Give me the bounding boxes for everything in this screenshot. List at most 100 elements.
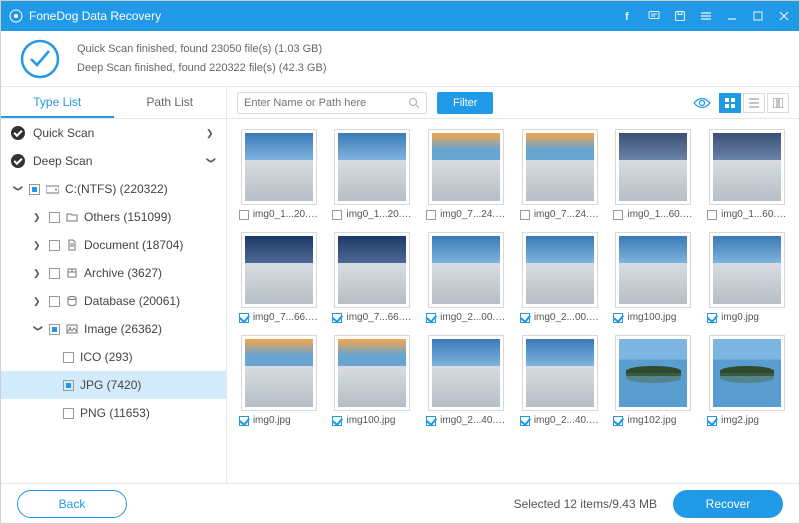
file-thumbnail[interactable] — [428, 129, 504, 205]
file-checkbox[interactable] — [332, 210, 342, 220]
file-card[interactable]: img0_1...60.jpg — [703, 129, 791, 220]
tree-ico[interactable]: ICO (293) — [1, 343, 226, 371]
recover-button[interactable]: Recover — [673, 490, 783, 518]
file-checkbox[interactable] — [520, 313, 530, 323]
view-grid-icon[interactable] — [719, 93, 741, 113]
search-input-wrap[interactable] — [237, 92, 427, 114]
file-thumbnail[interactable] — [241, 129, 317, 205]
file-card[interactable]: img0_2...40.jpg — [516, 335, 604, 426]
file-thumbnail[interactable] — [241, 232, 317, 308]
file-card[interactable]: img0_1...20.jpg — [329, 129, 417, 220]
file-checkbox[interactable] — [613, 313, 623, 323]
file-thumbnail[interactable] — [615, 129, 691, 205]
file-checkbox[interactable] — [332, 416, 342, 426]
filter-button[interactable]: Filter — [437, 92, 493, 114]
feedback-icon[interactable] — [647, 9, 661, 23]
file-thumbnail[interactable] — [522, 232, 598, 308]
file-thumbnail[interactable] — [428, 232, 504, 308]
preview-eye-icon[interactable] — [693, 96, 711, 110]
search-input[interactable] — [244, 97, 408, 109]
file-card[interactable]: img0_7...66.jpg — [329, 232, 417, 323]
file-checkbox[interactable] — [707, 313, 717, 323]
file-name: img100.jpg — [346, 415, 395, 426]
file-thumbnail[interactable] — [428, 335, 504, 411]
window-controls: f — [621, 9, 791, 23]
file-checkbox[interactable] — [520, 416, 530, 426]
file-checkbox[interactable] — [426, 210, 436, 220]
file-checkbox[interactable] — [520, 210, 530, 220]
tree-archive[interactable]: ❯ Archive (3627) — [1, 259, 226, 287]
file-checkbox[interactable] — [613, 416, 623, 426]
tree-image[interactable]: ❯ Image (26362) — [1, 315, 226, 343]
scan-status-bar: Quick Scan finished, found 23050 file(s)… — [1, 31, 799, 87]
file-card[interactable]: img0_2...00.jpg — [422, 232, 510, 323]
file-name: img0_1...20.jpg — [253, 209, 319, 220]
tree-jpg[interactable]: JPG (7420) — [1, 371, 226, 399]
image-icon — [66, 323, 78, 335]
file-grid: img0_1...20.jpgimg0_1...20.jpgimg0_7...2… — [227, 119, 799, 483]
file-card[interactable]: img0_7...24.jpg — [516, 129, 604, 220]
file-thumbnail[interactable] — [709, 129, 785, 205]
file-card[interactable]: img0.jpg — [703, 232, 791, 323]
file-card[interactable]: img100.jpg — [329, 335, 417, 426]
file-card[interactable]: img102.jpg — [610, 335, 698, 426]
file-card[interactable]: img0_2...00.jpg — [516, 232, 604, 323]
database-icon — [66, 295, 78, 307]
file-thumbnail[interactable] — [615, 335, 691, 411]
file-thumbnail[interactable] — [334, 335, 410, 411]
file-thumbnail[interactable] — [522, 335, 598, 411]
file-thumbnail[interactable] — [334, 129, 410, 205]
tab-path-list[interactable]: Path List — [114, 87, 227, 118]
deep-scan-status: Deep Scan finished, found 220322 file(s)… — [77, 59, 326, 78]
file-checkbox[interactable] — [426, 313, 436, 323]
view-detail-icon[interactable] — [767, 93, 789, 113]
file-card[interactable]: img0_2...40.jpg — [422, 335, 510, 426]
chevron-down-icon: ❯ — [206, 156, 217, 166]
file-thumbnail[interactable] — [709, 232, 785, 308]
file-card[interactable]: img0.jpg — [235, 335, 323, 426]
file-name: img0_2...00.jpg — [440, 312, 506, 323]
file-checkbox[interactable] — [332, 313, 342, 323]
file-card[interactable]: img0_1...60.jpg — [610, 129, 698, 220]
tree-png[interactable]: PNG (11653) — [1, 399, 226, 427]
file-thumbnail[interactable] — [241, 335, 317, 411]
maximize-icon[interactable] — [751, 9, 765, 23]
close-icon[interactable] — [777, 9, 791, 23]
file-checkbox[interactable] — [239, 313, 249, 323]
view-list-icon[interactable] — [743, 93, 765, 113]
quick-scan-status: Quick Scan finished, found 23050 file(s)… — [77, 40, 326, 59]
selection-info: Selected 12 items/9.43 MB — [514, 497, 657, 511]
drive-icon — [46, 183, 59, 195]
archive-icon — [66, 267, 78, 279]
back-button[interactable]: Back — [17, 490, 127, 518]
file-name: img0_2...00.jpg — [534, 312, 600, 323]
tab-type-list[interactable]: Type List — [1, 87, 114, 118]
file-thumbnail[interactable] — [522, 129, 598, 205]
file-checkbox[interactable] — [426, 416, 436, 426]
file-card[interactable]: img0_7...66.jpg — [235, 232, 323, 323]
tree-quick-scan[interactable]: Quick Scan ❯ — [1, 119, 226, 147]
file-name: img0_2...40.jpg — [534, 415, 600, 426]
file-thumbnail[interactable] — [334, 232, 410, 308]
file-checkbox[interactable] — [613, 210, 623, 220]
file-card[interactable]: img100.jpg — [610, 232, 698, 323]
menu-icon[interactable] — [699, 9, 713, 23]
file-card[interactable]: img2.jpg — [703, 335, 791, 426]
file-checkbox[interactable] — [707, 416, 717, 426]
file-thumbnail[interactable] — [709, 335, 785, 411]
tree-database[interactable]: ❯ Database (20061) — [1, 287, 226, 315]
file-checkbox[interactable] — [707, 210, 717, 220]
minimize-icon[interactable] — [725, 9, 739, 23]
file-thumbnail[interactable] — [615, 232, 691, 308]
file-checkbox[interactable] — [239, 416, 249, 426]
file-card[interactable]: img0_1...20.jpg — [235, 129, 323, 220]
file-checkbox[interactable] — [239, 210, 249, 220]
tree-deep-scan[interactable]: Deep Scan ❯ — [1, 147, 226, 175]
file-name: img2.jpg — [721, 415, 759, 426]
tree-others[interactable]: ❯ Others (151099) — [1, 203, 226, 231]
facebook-icon[interactable]: f — [621, 9, 635, 23]
tree-drive[interactable]: ❯ C:(NTFS) (220322) — [1, 175, 226, 203]
save-icon[interactable] — [673, 9, 687, 23]
file-card[interactable]: img0_7...24.jpg — [422, 129, 510, 220]
tree-document[interactable]: ❯ Document (18704) — [1, 231, 226, 259]
